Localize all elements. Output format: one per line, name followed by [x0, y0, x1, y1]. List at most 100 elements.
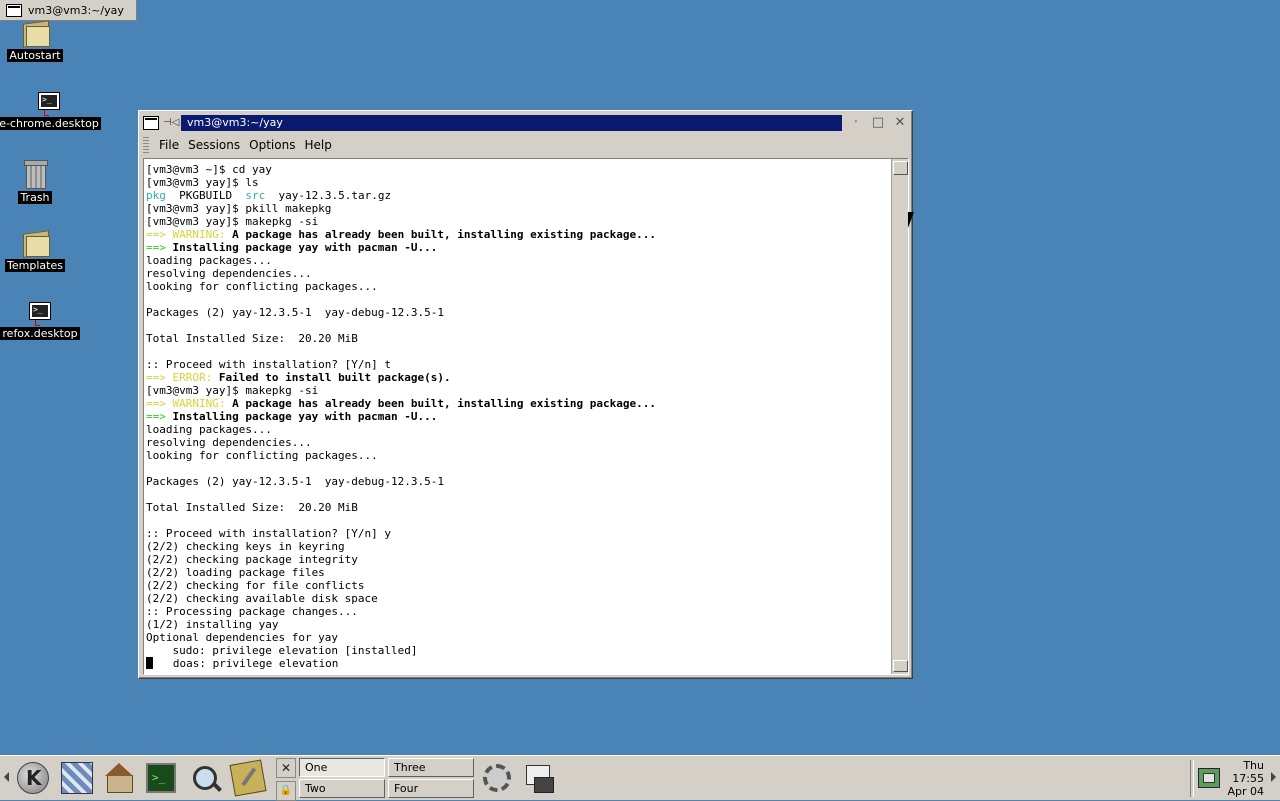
terminal-line: loading packages... — [146, 423, 891, 436]
terminal-text-segment: Optional dependencies for yay — [146, 631, 339, 644]
panel-mini-controls: ✕ 🔒 — [276, 758, 296, 801]
terminal-text-segment: Installing package yay with pacman -U... — [165, 410, 438, 423]
terminal-text-segment: [vm3@vm3 ~]$ cd yay — [146, 163, 272, 176]
terminal-text-segment: [vm3@vm3 yay]$ pkill makepkg — [146, 202, 332, 215]
konsole-taskbar-button[interactable] — [520, 759, 558, 797]
terminal-line: (2/2) checking keys in keyring — [146, 540, 891, 553]
terminal-text-segment: ==> WARNING: — [146, 228, 226, 241]
menu-sessions[interactable]: Sessions — [184, 138, 244, 152]
scrollbar-thumb[interactable] — [893, 161, 908, 175]
pager-desktop-3[interactable]: Three — [388, 758, 474, 777]
terminal-line: (1/2) installing yay — [146, 618, 891, 631]
window-menu-icon[interactable] — [143, 116, 159, 130]
mouse-pointer-icon — [908, 212, 914, 228]
terminal-text-segment: sudo: privilege elevation [installed] — [146, 644, 418, 657]
desktop-icon-label: Templates — [5, 259, 65, 272]
clock-day: Thu — [1243, 759, 1264, 772]
terminal-launcher-icon — [38, 92, 60, 116]
terminal-text-segment: Packages (2) yay-12.3.5-1 yay-debug-12.3… — [146, 475, 445, 488]
lock-icon[interactable]: 🔒 — [276, 781, 296, 801]
konsole-launcher-button[interactable] — [142, 759, 180, 797]
pager-desktop-1[interactable]: One — [299, 758, 385, 777]
pager-desktop-4[interactable]: Four — [388, 779, 474, 798]
terminal-text-segment: A package has already been built, instal… — [225, 397, 656, 410]
menu-help[interactable]: Help — [300, 138, 335, 152]
clock-date: Apr 04 — [1227, 785, 1264, 798]
terminal-text-segment: looking for conflicting packages... — [146, 280, 378, 293]
terminal-text-segment: :: Proceed with installation? [Y/n] y — [146, 527, 392, 540]
terminal-line: (2/2) checking available disk space — [146, 592, 891, 605]
terminal-text-segment: (1/2) installing yay — [146, 618, 279, 631]
window-titlebar[interactable]: ⊣◁ vm3@vm3:~/yay · □ ✕ — [143, 114, 908, 132]
desktop-icon-trash[interactable]: Trash — [0, 160, 90, 204]
terminal-text-segment: Packages (2) yay-12.3.5-1 yay-debug-12.3… — [146, 306, 445, 319]
control-center-button[interactable] — [229, 759, 267, 797]
menu-options[interactable]: Options — [245, 138, 299, 152]
window-title: vm3@vm3:~/yay — [181, 115, 842, 131]
terminal-text-segment: :: Proceed with installation? [Y/n] t — [146, 358, 392, 371]
terminal-line: doas: privilege elevation — [146, 657, 891, 670]
desktop-icon-chrome-desktop[interactable]: e-chrome.desktop — [0, 92, 104, 130]
terminal-line: :: Proceed with installation? [Y/n] y — [146, 527, 891, 540]
taskbar-button-konsole[interactable]: vm3@vm3:~/yay — [0, 0, 137, 21]
terminal-line: ==> WARNING: A package has already been … — [146, 228, 891, 241]
close-button[interactable]: ✕ — [892, 115, 908, 131]
terminal-line: resolving dependencies... — [146, 267, 891, 280]
panel-hide-left-icon[interactable] — [4, 772, 9, 782]
terminal-launcher-icon — [29, 302, 51, 326]
desktop-icon-label: Trash — [18, 191, 52, 204]
klipper-tray-icon[interactable] — [1198, 764, 1220, 790]
close-icon[interactable]: ✕ — [276, 758, 296, 778]
terminal-text-segment: looking for conflicting packages... — [146, 449, 378, 462]
maximize-button[interactable]: □ — [870, 115, 886, 131]
terminal-line: looking for conflicting packages... — [146, 449, 891, 462]
find-files-button[interactable] — [186, 759, 224, 797]
desktop-icon-firefox-desktop[interactable]: refox.desktop — [0, 302, 95, 340]
home-folder-button[interactable] — [100, 759, 138, 797]
folder-icon — [21, 230, 50, 258]
desktop-icon-autostart[interactable]: Autostart — [0, 20, 90, 62]
k-menu-icon — [17, 762, 49, 794]
panel-separator — [1190, 760, 1194, 797]
terminal-line: ==> WARNING: A package has already been … — [146, 397, 891, 410]
pager-desktop-2[interactable]: Two — [299, 779, 385, 798]
folder-icon — [21, 20, 50, 48]
terminal-line: resolving dependencies... — [146, 436, 891, 449]
terminal-output: [vm3@vm3 ~]$ cd yay [vm3@vm3 yay]$ ls pkg … — [146, 163, 891, 670]
scroll-down-arrow[interactable] — [893, 660, 908, 672]
terminal-line: :: Proceed with installation? [Y/n] t — [146, 358, 891, 371]
terminal-text-segment: ==> — [146, 241, 166, 254]
magnifier-icon — [193, 766, 217, 790]
desktop-icon-templates[interactable]: Templates — [0, 230, 90, 272]
clock[interactable]: Thu 17:55 Apr 04 — [1227, 759, 1264, 798]
terminal-line: Packages (2) yay-12.3.5-1 yay-debug-12.3… — [146, 475, 891, 488]
terminal-text-segment: (2/2) checking keys in keyring — [146, 540, 345, 553]
minimize-button[interactable]: · — [848, 115, 864, 131]
terminal-icon — [6, 3, 22, 17]
panel-hide-right-icon[interactable] — [1271, 772, 1276, 782]
toolbar-grip[interactable] — [143, 137, 149, 153]
menu-file[interactable]: File — [155, 138, 183, 152]
window-list-button[interactable] — [58, 759, 96, 797]
terminal-text-segment: [vm3@vm3 yay]$ ls — [146, 176, 259, 189]
terminal-text-segment: Failed to install built package(s). — [212, 371, 451, 384]
terminal-line: ==> ERROR: Failed to install built packa… — [146, 371, 891, 384]
k-menu-button[interactable] — [14, 759, 52, 797]
terminal-line: Total Installed Size: 20.20 MiB — [146, 501, 891, 514]
pin-icon[interactable]: ⊣◁ — [163, 117, 179, 129]
terminal-text-segment: A package has already been built, instal… — [225, 228, 656, 241]
terminal-line: sudo: privilege elevation [installed] — [146, 644, 891, 657]
tools-icon — [229, 759, 267, 797]
terminal-line: [vm3@vm3 yay]$ pkill makepkg — [146, 202, 891, 215]
terminal-line: Packages (2) yay-12.3.5-1 yay-debug-12.3… — [146, 306, 891, 319]
terminal-text-segment: loading packages... — [146, 254, 272, 267]
settings-taskbar-button[interactable] — [478, 759, 516, 797]
desktop-icon-label: refox.desktop — [0, 327, 80, 340]
kde-panel: ✕ 🔒 One Two Three Four Thu 17:55 Apr 04 — [0, 755, 1280, 801]
terminal-area[interactable]: [vm3@vm3 ~]$ cd yay [vm3@vm3 yay]$ ls pkg … — [143, 158, 909, 675]
vertical-scrollbar[interactable] — [891, 159, 908, 674]
